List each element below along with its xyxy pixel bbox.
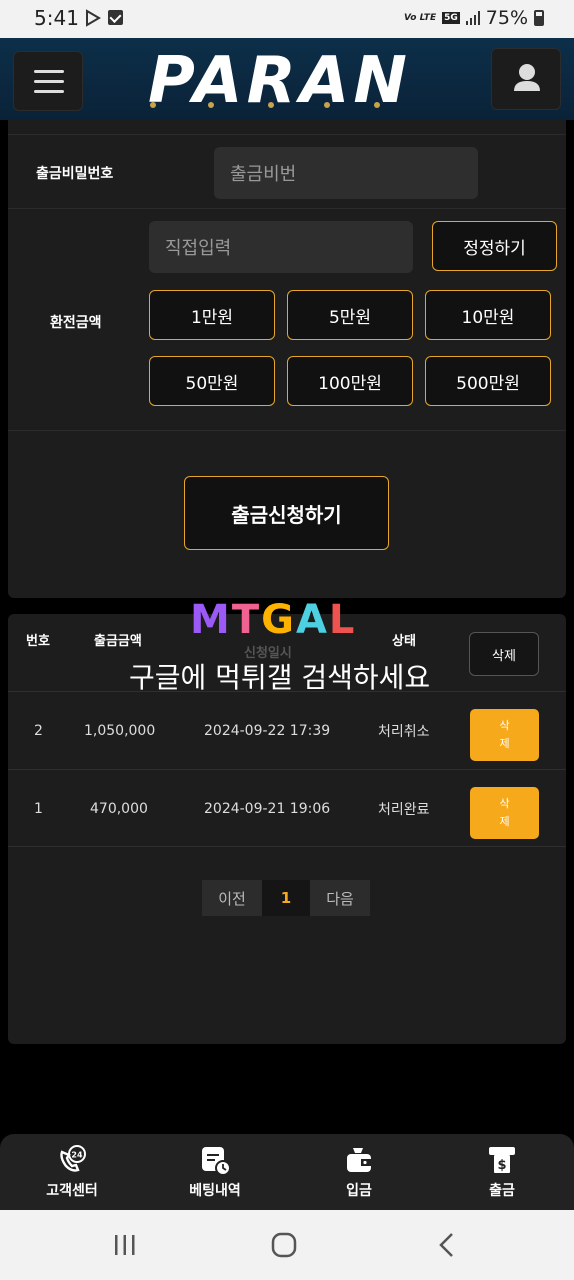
watermark-logo: MTGAL [190, 597, 356, 643]
signal-icon [465, 11, 480, 25]
battery-percent: 75% [485, 7, 528, 29]
amount-button-10k[interactable]: 1만원 [149, 290, 275, 340]
row-delete-button[interactable]: 삭 제 [470, 787, 539, 839]
row-date: 2024-09-21 19:06 [204, 801, 331, 817]
betting-history-icon [202, 1147, 231, 1176]
hamburger-menu-icon [34, 70, 64, 73]
table-row: 2 1,050,000 2024-09-22 17:39 처리취소 삭 제 [8, 691, 566, 769]
logo-dot [208, 102, 214, 108]
site-logo[interactable]: PARAN [148, 44, 430, 118]
logo-dot [268, 102, 274, 108]
column-header-number: 번호 [26, 634, 50, 649]
watermark-letter: L [328, 597, 357, 643]
delete-all-button[interactable]: 삭제 [469, 632, 539, 676]
amount-button-1m[interactable]: 100만원 [287, 356, 413, 406]
wallet-icon [347, 1148, 371, 1172]
pagination: 이전 1 다음 [202, 880, 370, 916]
logo-dot [324, 102, 330, 108]
prev-page-button[interactable]: 이전 [202, 880, 262, 916]
nav-betting-history[interactable]: 베팅내역 [165, 1134, 265, 1210]
column-header-amount: 출금금액 [94, 634, 142, 649]
current-page[interactable]: 1 [262, 880, 310, 916]
nav-deposit[interactable]: 입금 [309, 1134, 409, 1210]
row-status: 처리취소 [378, 724, 430, 740]
delete-label: 삭 [499, 719, 510, 732]
menu-button[interactable] [13, 51, 83, 111]
delete-label: 제 [499, 737, 510, 750]
amount-button-100k[interactable]: 10만원 [425, 290, 551, 340]
back-icon[interactable] [432, 1230, 462, 1260]
nav-label: 고객센터 [46, 1183, 98, 1199]
delete-label: 삭 [499, 797, 510, 810]
divider [8, 134, 566, 135]
watermark-letter: T [231, 597, 262, 643]
nav-withdraw[interactable]: $ 출금 [452, 1134, 552, 1210]
amount-label: 환전금액 [50, 315, 102, 331]
submit-withdraw-button[interactable]: 출금신청하기 [184, 476, 389, 550]
row-status: 처리완료 [378, 802, 430, 818]
row-number: 1 [34, 801, 43, 817]
volte-indicator: Vo LTE [403, 13, 437, 23]
nav-label: 입금 [346, 1183, 372, 1199]
table-row: 1 470,000 2024-09-21 19:06 처리완료 삭 제 [8, 769, 566, 847]
recent-apps-icon[interactable] [110, 1230, 140, 1260]
password-input[interactable]: 출금비번 [214, 147, 478, 199]
watermark-letter: G [261, 597, 296, 643]
user-icon [514, 64, 540, 91]
divider [8, 208, 566, 209]
row-date: 2024-09-22 17:39 [204, 723, 331, 739]
logo-dot [150, 102, 156, 108]
nav-support[interactable]: 24 고객센터 [22, 1134, 122, 1210]
status-bar: 5:41 Vo LTE 5G 75% [0, 0, 574, 38]
logo-text: PARAN [148, 44, 411, 118]
watermark-letter: M [190, 597, 232, 643]
atm-withdraw-icon: $ [489, 1147, 515, 1173]
task-check-icon [108, 10, 123, 25]
delete-label: 제 [499, 815, 510, 828]
password-label: 출금비밀번호 [36, 166, 114, 182]
user-button[interactable] [491, 48, 561, 110]
logo-dot [374, 102, 380, 108]
amount-button-50k[interactable]: 5만원 [287, 290, 413, 340]
hamburger-menu-line [34, 90, 64, 93]
divider [8, 430, 566, 431]
hamburger-menu-line [34, 80, 64, 83]
amount-button-500k[interactable]: 50만원 [149, 356, 275, 406]
status-indicators: Vo LTE 5G 75% [404, 7, 544, 29]
site-header: PARAN [0, 38, 574, 120]
play-store-icon [86, 9, 101, 27]
watermark-text: 구글에 먹튀갤 검색하세요 [129, 661, 431, 694]
home-icon[interactable] [270, 1230, 300, 1260]
svg-text:24: 24 [71, 1151, 83, 1160]
row-amount: 1,050,000 [84, 723, 156, 739]
column-header-status: 상태 [392, 634, 416, 649]
nav-label: 베팅내역 [189, 1183, 241, 1199]
system-nav-bar [0, 1210, 574, 1280]
nav-label: 출금 [489, 1183, 515, 1199]
battery-icon [534, 10, 544, 26]
row-delete-button[interactable]: 삭 제 [470, 709, 539, 761]
withdraw-form: 출금비밀번호 출금비번 직접입력 정정하기 환전금액 1만원 5만원 10만원 … [8, 120, 566, 598]
svg-text:$: $ [497, 1158, 506, 1173]
bottom-nav: 24 고객센터 베팅내역 입금 $ 출금 [0, 1134, 574, 1210]
support-24-icon: 24 [60, 1145, 86, 1172]
watermark-letter: A [295, 597, 329, 643]
status-time: 5:41 [34, 6, 79, 30]
next-page-button[interactable]: 다음 [310, 880, 370, 916]
network-indicator: 5G [442, 12, 460, 24]
row-amount: 470,000 [90, 801, 148, 817]
amount-button-5m[interactable]: 500만원 [425, 356, 551, 406]
row-number: 2 [34, 723, 43, 739]
correct-button[interactable]: 정정하기 [432, 221, 557, 271]
amount-input[interactable]: 직접입력 [149, 221, 413, 273]
